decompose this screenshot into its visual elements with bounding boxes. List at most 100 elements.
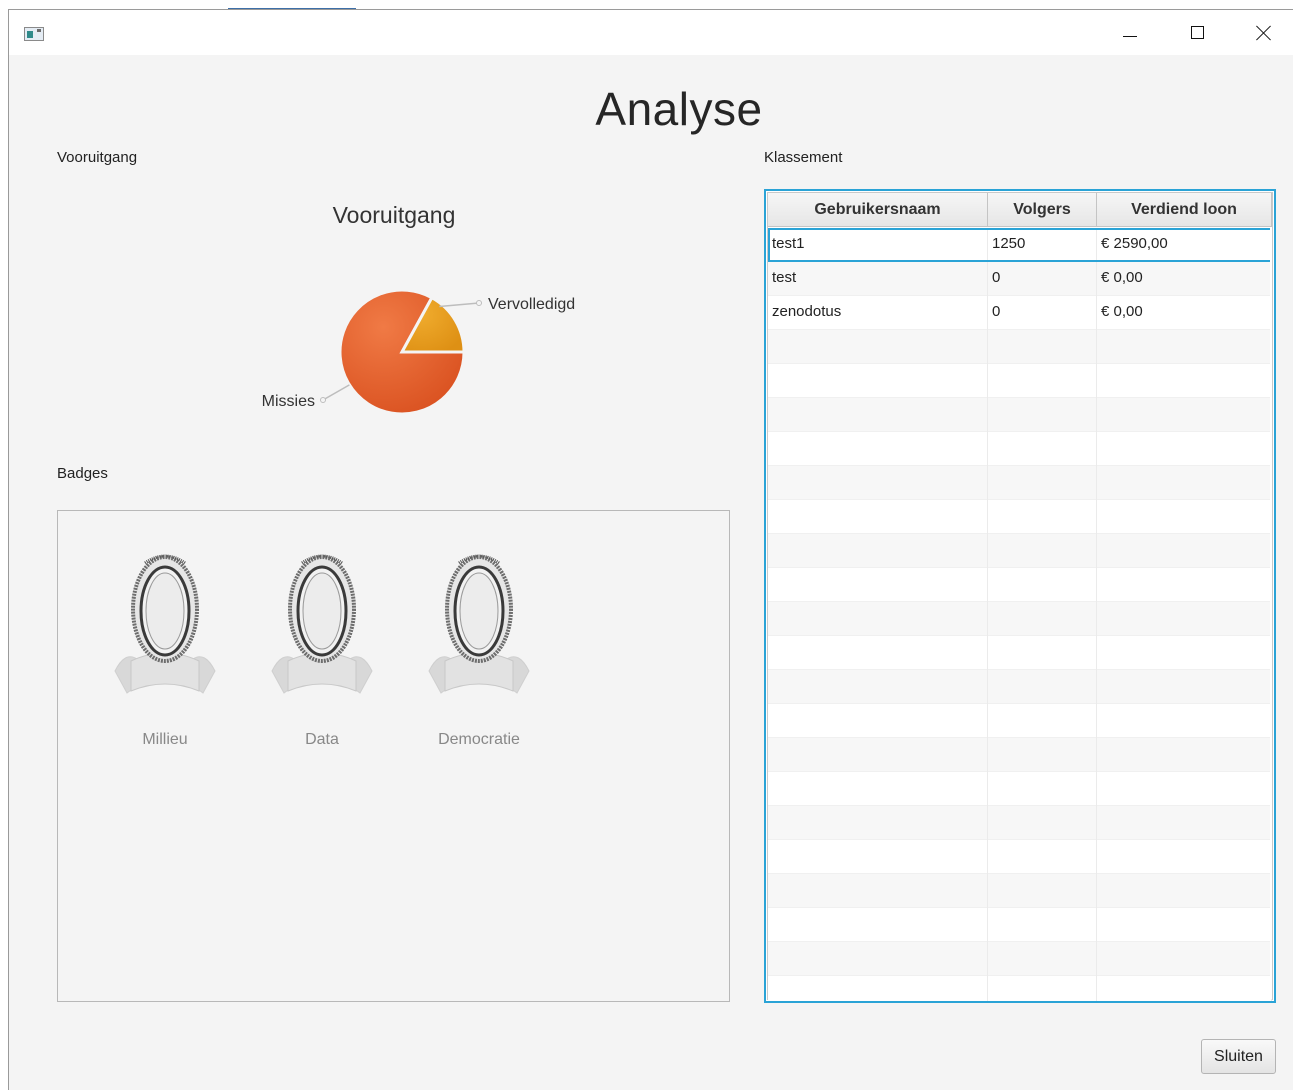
table-row[interactable]: test 0 € 0,00 (768, 262, 1272, 296)
cell-username (768, 942, 988, 976)
cell-followers (988, 364, 1097, 398)
badge-medal-icon (428, 554, 530, 694)
cell-username (768, 398, 988, 432)
badge-medal-icon (271, 554, 373, 694)
cell-followers (988, 908, 1097, 942)
cell-followers (988, 432, 1097, 466)
cell-followers (988, 942, 1097, 976)
table-row-empty (768, 908, 1272, 942)
cell-earnings (1097, 534, 1272, 568)
column-header-earnings[interactable]: Verdiend loon (1097, 193, 1272, 227)
badge-item: Millieu (100, 541, 230, 751)
maximize-button[interactable] (1174, 10, 1220, 55)
cell-followers (988, 738, 1097, 772)
table-row[interactable]: test1 1250 € 2590,00 (768, 228, 1272, 262)
cell-username: zenodotus (768, 296, 988, 330)
cell-followers (988, 670, 1097, 704)
cell-followers (988, 568, 1097, 602)
cell-followers (988, 636, 1097, 670)
cell-username (768, 704, 988, 738)
cell-earnings (1097, 942, 1272, 976)
table-row-empty (768, 466, 1272, 500)
cell-earnings (1097, 602, 1272, 636)
cell-username: test (768, 262, 988, 296)
page-title: Analyse (595, 83, 763, 135)
cell-username (768, 602, 988, 636)
table-row-empty (768, 976, 1272, 1001)
table-row-empty (768, 602, 1272, 636)
minimize-icon (1123, 36, 1137, 37)
table-row-empty (768, 772, 1272, 806)
cell-username (768, 330, 988, 364)
cell-username (768, 908, 988, 942)
badge-label: Data (305, 731, 339, 748)
cell-earnings (1097, 500, 1272, 534)
badge-item: Data (257, 541, 387, 751)
maximize-icon (1190, 26, 1204, 39)
cell-earnings (1097, 874, 1272, 908)
table-row-empty (768, 364, 1272, 398)
cell-username (768, 772, 988, 806)
minimize-button[interactable] (1107, 10, 1153, 55)
cell-followers (988, 772, 1097, 806)
cell-earnings (1097, 670, 1272, 704)
cell-earnings (1097, 704, 1272, 738)
cell-followers (988, 976, 1097, 1001)
progress-section-label: Vooruitgang (57, 149, 138, 166)
cell-earnings (1097, 466, 1272, 500)
cell-earnings: € 2590,00 (1097, 228, 1272, 262)
column-header-followers[interactable]: Volgers (988, 193, 1097, 227)
table-row-empty (768, 636, 1272, 670)
table-row-empty (768, 704, 1272, 738)
cell-earnings (1097, 364, 1272, 398)
app-window-icon (24, 27, 44, 41)
cell-earnings (1097, 908, 1272, 942)
table-row-empty (768, 432, 1272, 466)
table-row-empty (768, 738, 1272, 772)
cell-followers (988, 466, 1097, 500)
cell-followers (988, 534, 1097, 568)
cell-earnings (1097, 398, 1272, 432)
table-body: test1 1250 € 2590,00 test 0 € 0,00 zenodotus 0 €… (768, 228, 1272, 1001)
cell-username (768, 364, 988, 398)
close-icon (1256, 25, 1272, 41)
close-button[interactable]: Sluiten (1201, 1039, 1276, 1074)
cell-earnings (1097, 772, 1272, 806)
table-row-empty (768, 568, 1272, 602)
table-row-empty (768, 398, 1272, 432)
badge-label: Millieu (142, 731, 188, 748)
cell-earnings (1097, 738, 1272, 772)
cell-username (768, 466, 988, 500)
table-row-empty (768, 840, 1272, 874)
cell-earnings: € 0,00 (1097, 262, 1272, 296)
cell-followers: 0 (988, 262, 1097, 296)
cell-followers (988, 500, 1097, 534)
badges-panel: Millieu Data Democratie (57, 510, 730, 1002)
badge-item: Democratie (414, 541, 544, 751)
table-row-empty (768, 500, 1272, 534)
table-row[interactable]: zenodotus 0 € 0,00 (768, 296, 1272, 330)
close-window-button[interactable] (1241, 10, 1287, 55)
cell-followers (988, 330, 1097, 364)
ranking-table[interactable]: Gebruikersnaam Volgers Verdiend loon tes… (764, 189, 1276, 1003)
column-header-username[interactable]: Gebruikersnaam (768, 193, 988, 227)
table-row-empty (768, 942, 1272, 976)
cell-username (768, 874, 988, 908)
cell-earnings (1097, 976, 1272, 1001)
table-row-empty (768, 874, 1272, 908)
cell-earnings (1097, 840, 1272, 874)
cell-followers: 0 (988, 296, 1097, 330)
cell-followers: 1250 (988, 228, 1097, 262)
pie-label-missies: Missies (262, 393, 315, 410)
badge-label: Democratie (438, 731, 520, 748)
ranking-section-label: Klassement (764, 149, 843, 166)
cell-earnings (1097, 432, 1272, 466)
cell-earnings (1097, 806, 1272, 840)
badges-section-label: Badges (57, 465, 108, 482)
title-bar[interactable] (9, 10, 1293, 55)
pie-leader-vervolledigd (439, 302, 480, 308)
pie-leader-missies-dot (320, 397, 326, 403)
table-scroll-gutter (1270, 228, 1272, 999)
cell-username (768, 670, 988, 704)
cell-earnings (1097, 330, 1272, 364)
